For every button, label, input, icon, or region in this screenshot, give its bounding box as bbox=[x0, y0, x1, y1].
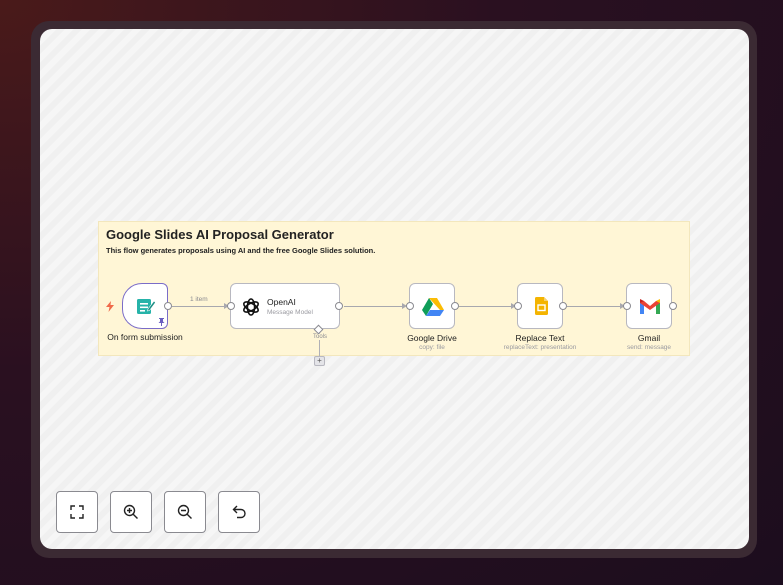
node-label-form: On form submission bbox=[107, 332, 183, 342]
undo-icon bbox=[232, 505, 246, 519]
drive-input-port[interactable] bbox=[406, 302, 414, 310]
openai-icon bbox=[243, 298, 259, 316]
edge-form-openai[interactable] bbox=[172, 306, 224, 307]
zoom-out-button[interactable] bbox=[164, 491, 206, 533]
node-subtitle-gmail: send: message bbox=[626, 344, 672, 351]
replace-text-node[interactable] bbox=[514, 283, 567, 329]
form-output-port[interactable] bbox=[164, 302, 172, 310]
edge-replace-gmail[interactable] bbox=[567, 306, 623, 307]
sticky-note[interactable]: Google Slides AI Proposal Generator This… bbox=[98, 221, 690, 356]
zoom-in-icon bbox=[123, 504, 138, 519]
reset-button[interactable] bbox=[218, 491, 260, 533]
fit-view-button[interactable] bbox=[56, 491, 98, 533]
google-drive-icon bbox=[422, 298, 444, 316]
zoom-in-button[interactable] bbox=[110, 491, 152, 533]
replace-input-port[interactable] bbox=[514, 302, 522, 310]
openai-subtitle: Message Model bbox=[267, 309, 313, 316]
openai-node[interactable]: OpenAI Message Model bbox=[227, 283, 343, 335]
fullscreen-icon bbox=[70, 505, 84, 519]
node-subtitle-replace: replaceText: presentation bbox=[503, 344, 577, 351]
edge-drive-replace[interactable] bbox=[459, 306, 514, 307]
gmail-node[interactable] bbox=[623, 283, 677, 329]
form-trigger-node[interactable] bbox=[122, 283, 172, 329]
edge-openai-drive[interactable] bbox=[344, 306, 405, 307]
google-slides-icon bbox=[535, 297, 548, 315]
google-drive-node[interactable] bbox=[406, 283, 459, 329]
sticky-description: This flow generates proposals using AI a… bbox=[106, 246, 376, 255]
gmail-output-port[interactable] bbox=[669, 302, 677, 310]
form-icon bbox=[137, 299, 156, 314]
replace-output-port[interactable] bbox=[559, 302, 567, 310]
lightning-icon bbox=[106, 301, 114, 312]
node-label-gmail: Gmail bbox=[637, 333, 661, 343]
node-label-replace: Replace Text bbox=[515, 333, 565, 343]
openai-output-port[interactable] bbox=[335, 302, 343, 310]
gmail-icon bbox=[640, 299, 660, 314]
node-subtitle-drive: copy: file bbox=[419, 344, 445, 351]
gmail-input-port[interactable] bbox=[623, 302, 631, 310]
edge-item-count: 1 item bbox=[190, 296, 208, 303]
add-tool-button[interactable]: + bbox=[314, 356, 325, 366]
openai-input-port[interactable] bbox=[227, 302, 235, 310]
workflow-canvas[interactable]: Google Slides AI Proposal Generator This… bbox=[40, 29, 749, 549]
openai-title: OpenAI bbox=[267, 297, 296, 307]
drive-output-port[interactable] bbox=[451, 302, 459, 310]
zoom-out-icon bbox=[177, 504, 192, 519]
node-label-drive: Google Drive bbox=[407, 333, 457, 343]
sticky-title: Google Slides AI Proposal Generator bbox=[106, 227, 334, 242]
tools-label: Tools bbox=[313, 334, 328, 340]
pin-icon bbox=[158, 318, 165, 326]
